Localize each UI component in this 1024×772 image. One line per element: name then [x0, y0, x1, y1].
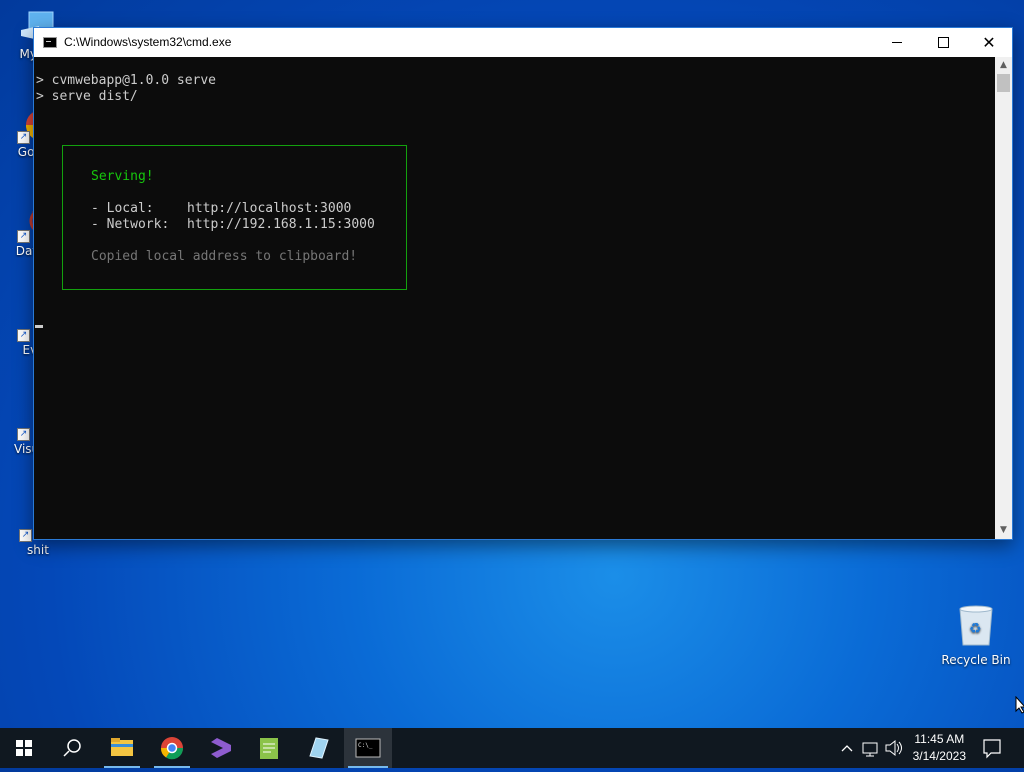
- taskbar: C:\_ 11:45 AM 3/14/2023: [0, 728, 1024, 768]
- taskbar-clock[interactable]: 11:45 AM 3/14/2023: [913, 731, 966, 765]
- clock-time: 11:45 AM: [914, 732, 965, 746]
- taskbar-cmd[interactable]: C:\_: [344, 728, 392, 768]
- recycle-bin-label: Recycle Bin: [941, 653, 1011, 667]
- folder-icon: [111, 738, 133, 756]
- taskbar-file-explorer[interactable]: [98, 728, 146, 768]
- close-button[interactable]: ✕: [966, 28, 1012, 57]
- clock-date: 3/14/2023: [912, 749, 966, 763]
- network-url: http://192.168.1.15:3000: [187, 217, 375, 232]
- console-line: > cvmwebapp@1.0.0 serve: [36, 73, 217, 88]
- maximize-icon: [937, 36, 949, 48]
- cmd-window[interactable]: C:\Windows\system32\cmd.exe ✕ > cvmwebap…: [33, 27, 1013, 540]
- scrollbar-thumb[interactable]: [997, 74, 1010, 92]
- minimize-icon: [892, 41, 902, 43]
- chevron-up-icon: [841, 745, 853, 752]
- recycle-bin-icon: ♻: [956, 603, 996, 647]
- clipboard-note: Copied local address to clipboard!: [91, 249, 358, 264]
- taskbar-visual-studio[interactable]: [197, 728, 245, 768]
- taskbar-notepad-plus[interactable]: [245, 728, 293, 768]
- search-button[interactable]: [48, 728, 96, 768]
- network-label: - Network:: [91, 217, 170, 232]
- tray-chevron[interactable]: [838, 728, 856, 768]
- taskbar-app[interactable]: [294, 728, 342, 768]
- cmd-app-icon: [43, 37, 57, 48]
- start-button[interactable]: [0, 728, 48, 768]
- volume-icon: [885, 739, 902, 757]
- window-title: C:\Windows\system32\cmd.exe: [64, 35, 232, 49]
- action-center-button[interactable]: [980, 728, 1004, 768]
- window-titlebar[interactable]: C:\Windows\system32\cmd.exe ✕: [34, 28, 1012, 57]
- maximize-button[interactable]: [920, 28, 966, 57]
- network-icon: [862, 742, 878, 757]
- console-cursor: [35, 325, 43, 328]
- console-output[interactable]: > cvmwebapp@1.0.0 serve > serve dist/ Se…: [34, 57, 995, 539]
- minimize-button[interactable]: [874, 28, 920, 57]
- svg-text:C:\_: C:\_: [358, 742, 373, 749]
- desktop-icon-recycle-bin[interactable]: ♻ Recycle Bin: [940, 603, 1012, 667]
- tray-network[interactable]: [860, 728, 882, 768]
- local-label: - Local:: [91, 201, 154, 216]
- shortcut-arrow-icon: ↗: [17, 230, 30, 243]
- windows-start-icon: [16, 740, 32, 756]
- tray-volume[interactable]: [883, 728, 905, 768]
- glass-icon: [309, 737, 329, 759]
- mouse-cursor-icon: [1015, 695, 1024, 718]
- search-icon: [63, 739, 81, 757]
- shortcut-arrow-icon: ↗: [17, 428, 30, 441]
- local-url: http://localhost:3000: [187, 201, 352, 216]
- cmd-icon: C:\_: [355, 738, 381, 758]
- scroll-up-icon[interactable]: ▲: [995, 57, 1012, 74]
- visual-studio-icon: [211, 738, 231, 758]
- notepad-icon: [260, 738, 278, 759]
- close-icon: ✕: [982, 33, 996, 52]
- scroll-down-icon[interactable]: ▼: [995, 522, 1012, 539]
- serve-status-box: Serving! - Local: http://localhost:3000 …: [62, 145, 407, 290]
- svg-text:♻: ♻: [969, 621, 982, 637]
- console-line: > serve dist/: [36, 89, 138, 104]
- vertical-scrollbar[interactable]: ▲ ▼: [995, 57, 1012, 539]
- chrome-icon: [160, 737, 184, 760]
- shortcut-arrow-icon: ↗: [17, 131, 30, 144]
- desktop-icon-label: shit: [27, 543, 49, 557]
- shortcut-arrow-icon: ↗: [19, 529, 32, 542]
- notification-icon: [983, 739, 1001, 759]
- taskbar-chrome[interactable]: [148, 728, 196, 768]
- shortcut-arrow-icon: ↗: [17, 329, 30, 342]
- serve-status: Serving!: [91, 169, 154, 184]
